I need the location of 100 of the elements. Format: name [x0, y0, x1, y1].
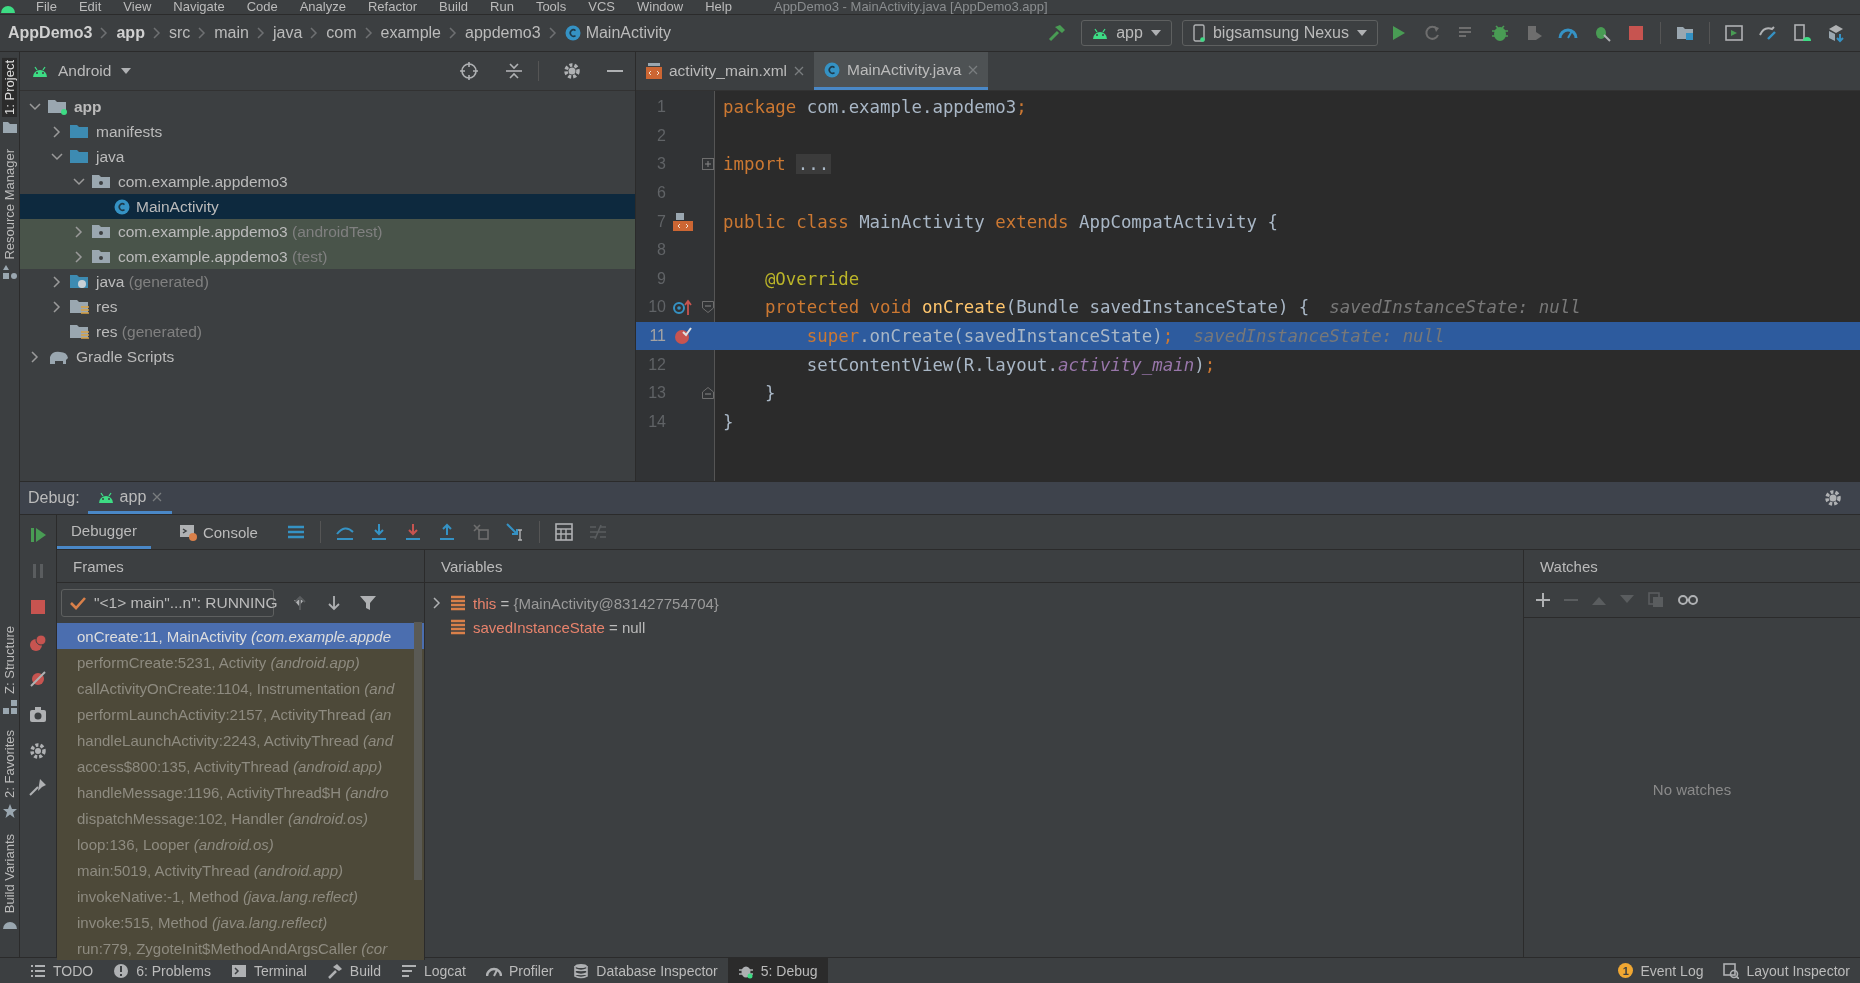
side-tab[interactable]: Build Variants — [2, 831, 17, 915]
locate-icon[interactable] — [460, 62, 478, 80]
variable-entry[interactable]: savedInstanceState = null — [473, 618, 646, 636]
breadcrumb-item[interactable]: AppDemo3 — [8, 24, 93, 42]
fold-expand-icon[interactable] — [702, 158, 714, 171]
menu-item[interactable]: Tools — [535, 0, 567, 14]
run-configuration-dropdown[interactable]: app — [1081, 20, 1172, 46]
tree-item[interactable]: MainActivity — [20, 194, 635, 219]
breadcrumb-item[interactable]: src — [168, 24, 191, 42]
tool-window-button[interactable]: Layout Inspector — [1713, 958, 1860, 983]
emulator-icon[interactable] — [1724, 23, 1744, 43]
menu-item[interactable]: VCS — [588, 0, 615, 14]
move-down-icon[interactable] — [1620, 595, 1634, 605]
tool-window-button[interactable]: Logcat — [390, 958, 476, 983]
chevron-down-icon[interactable] — [51, 152, 63, 161]
tree-item[interactable]: java (generated) — [20, 269, 635, 294]
menu-item[interactable]: Run — [490, 0, 514, 14]
glasses-icon[interactable] — [1678, 594, 1698, 606]
settings-icon[interactable] — [563, 62, 581, 80]
tree-item[interactable]: app — [20, 94, 635, 119]
menu-item[interactable]: Code — [246, 0, 278, 14]
chevron-down-icon[interactable] — [73, 177, 85, 186]
debug-session-tab[interactable]: app — [87, 482, 173, 514]
minimize-icon[interactable] — [607, 69, 623, 73]
tool-window-button[interactable]: Database Inspector — [563, 958, 728, 983]
menu-item[interactable]: View — [123, 0, 152, 14]
breadcrumb-item[interactable]: example — [380, 24, 441, 42]
add-icon[interactable] — [1536, 593, 1550, 607]
breadcrumb-item[interactable]: com — [326, 24, 357, 42]
settings-icon[interactable] — [1824, 489, 1842, 507]
settings-icon[interactable] — [28, 741, 48, 761]
close-icon[interactable] — [152, 491, 163, 502]
move-up-icon[interactable] — [1592, 595, 1606, 605]
stack-frame[interactable]: onCreate:11, MainActivity (com.example.appde — [57, 623, 424, 649]
pin-icon[interactable] — [28, 777, 48, 797]
menu-item[interactable]: Navigate — [173, 0, 225, 14]
folded-code[interactable]: ... — [795, 154, 832, 175]
menu-item[interactable]: Edit — [78, 0, 102, 14]
collapse-all-icon[interactable] — [506, 62, 522, 80]
editor-tab[interactable]: activity_main.xml — [636, 52, 814, 90]
bug-icon[interactable] — [1490, 23, 1510, 43]
fold-icon[interactable] — [702, 301, 714, 314]
scrollbar[interactable] — [414, 622, 422, 880]
evaluate-expression-icon[interactable] — [553, 522, 574, 542]
drop-frame-icon[interactable] — [470, 522, 491, 542]
side-tab[interactable]: 2: Favorites — [2, 727, 17, 800]
camera-icon[interactable] — [28, 705, 48, 725]
tool-window-button[interactable]: 1 Event Log — [1608, 958, 1714, 983]
variable-entry[interactable]: this = {MainActivity@831427754704} — [473, 594, 719, 612]
menu-item[interactable]: Build — [439, 0, 468, 14]
tree-item[interactable]: res (generated) — [20, 319, 635, 344]
layout-file-icon[interactable] — [673, 212, 693, 231]
menu-item[interactable]: Help — [705, 0, 732, 14]
tool-window-button[interactable]: Build — [316, 958, 391, 983]
breadcrumb-item[interactable]: MainActivity — [564, 24, 671, 42]
override-icon[interactable] — [673, 299, 693, 316]
stop-icon[interactable] — [28, 597, 48, 617]
tool-window-button[interactable]: TODO — [20, 958, 104, 983]
breadcrumb-item[interactable]: appdemo3 — [465, 24, 541, 42]
side-tab[interactable]: Z: Structure — [2, 623, 17, 696]
breakpoints-icon[interactable] — [28, 633, 48, 653]
breadcrumb-item[interactable]: app — [116, 24, 145, 42]
side-tab[interactable]: 1: Project — [2, 58, 17, 117]
fold-icon[interactable] — [702, 387, 714, 400]
debugger-tab[interactable]: Console — [164, 515, 272, 549]
breadcrumb-item[interactable]: main — [214, 24, 249, 42]
sdk-manager-icon[interactable] — [1826, 23, 1846, 43]
up-arrow-icon[interactable] — [292, 595, 308, 611]
stop-icon[interactable] — [1626, 23, 1646, 43]
tool-window-button[interactable]: 6: Problems — [103, 958, 221, 983]
down-arrow-icon[interactable] — [326, 595, 342, 611]
tree-item[interactable]: com.example.appdemo3 — [20, 169, 635, 194]
tree-item[interactable]: java — [20, 144, 635, 169]
tool-window-button[interactable]: Terminal — [220, 958, 317, 983]
resume-icon[interactable] — [28, 525, 48, 545]
run-to-cursor-icon[interactable] — [504, 522, 525, 542]
breadcrumb-item[interactable]: java — [272, 24, 303, 42]
project-view-dropdown[interactable]: Android — [32, 62, 132, 80]
menu-item[interactable]: Window — [636, 0, 684, 14]
side-tab[interactable]: Resource Manager — [2, 146, 17, 262]
close-tab-icon[interactable] — [794, 66, 804, 76]
filter-icon[interactable] — [360, 595, 376, 611]
tool-window-button[interactable]: 5: Debug — [727, 958, 828, 983]
debugger-tab[interactable]: Debugger — [57, 515, 151, 549]
tree-item[interactable]: Gradle Scripts — [20, 344, 635, 369]
hammer-icon[interactable] — [1047, 23, 1068, 43]
close-tab-icon[interactable] — [968, 64, 979, 75]
tree-item[interactable]: res — [20, 294, 635, 319]
menu-item[interactable]: Analyze — [299, 0, 346, 14]
breakpoint-icon[interactable] — [674, 327, 692, 346]
menu-item[interactable]: File — [36, 0, 57, 14]
menu-item[interactable]: Refactor — [367, 0, 418, 14]
tool-window-button[interactable]: Profiler — [476, 958, 564, 983]
device-dropdown[interactable]: bigsamsung Nexus — [1181, 20, 1378, 46]
mute-breakpoints-icon[interactable] — [28, 669, 48, 689]
chevron-down-icon[interactable] — [29, 102, 41, 111]
editor-tab[interactable]: MainActivity.java — [814, 52, 989, 90]
rerun-icon[interactable] — [1422, 23, 1442, 43]
copy-icon[interactable] — [1648, 592, 1664, 608]
tree-item[interactable]: manifests — [20, 119, 635, 144]
